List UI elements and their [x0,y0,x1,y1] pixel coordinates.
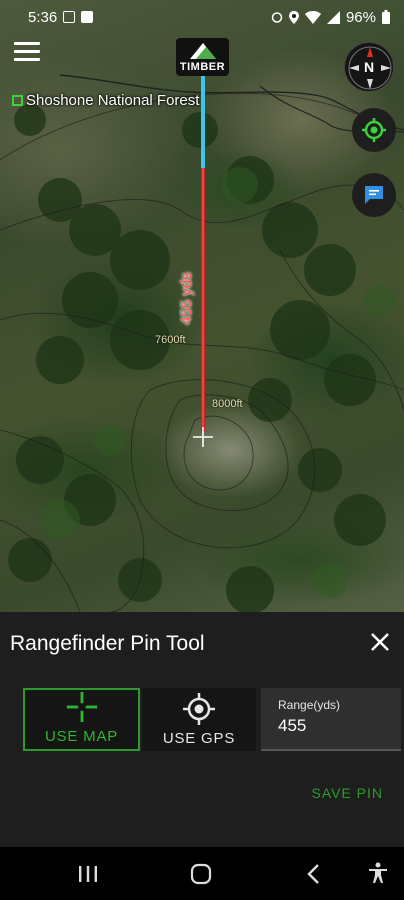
tree-logo-icon [189,43,216,59]
elevation-label: 7600ft [155,334,186,346]
recents-icon[interactable] [78,865,98,883]
range-input[interactable]: Range(yds) 455 [261,688,401,751]
navigation-bar [0,847,404,900]
accessibility-icon[interactable] [366,861,390,885]
locate-button[interactable] [352,108,396,152]
notification-icon [63,11,76,23]
menu-icon[interactable] [14,42,40,64]
gps-target-icon [183,693,215,725]
save-pin-button[interactable]: SAVE PIN [311,785,383,801]
pin-target-icon [193,427,213,447]
compass-north-label: N [363,59,375,75]
message-icon [81,11,94,23]
chat-button[interactable] [352,173,396,217]
crosshair-icon [66,691,97,723]
use-map-button[interactable]: USE MAP [23,688,140,751]
forest-label[interactable]: Shoshone National Forest [12,92,199,109]
close-icon [371,633,389,651]
home-icon[interactable] [190,863,212,885]
panel-title: Rangefinder Pin Tool [10,632,205,655]
signal-icon [326,10,340,24]
location-icon [288,10,299,24]
forest-boundary-icon [12,95,23,106]
elevation-label: 8000ft [212,398,243,410]
status-left: 5:36 [28,8,94,26]
battery-percent: 96% [345,8,376,26]
map-view[interactable]: 455 yds 7600ft 8000ft TIMBER N Shoshone … [0,0,404,612]
use-gps-button[interactable]: USE GPS [142,688,256,751]
back-icon[interactable] [306,863,322,885]
alarm-icon [271,12,283,23]
range-distance-label: 455 yds [177,272,195,325]
battery-icon [382,10,390,24]
timber-logo: TIMBER [176,38,229,76]
status-time: 5:36 [28,8,58,26]
use-map-label: USE MAP [44,728,119,745]
compass-icon[interactable]: N [344,42,394,92]
wifi-icon [304,10,321,24]
status-right: 96% [271,9,390,26]
locate-icon [362,118,386,142]
close-button[interactable] [368,630,392,654]
range-field-value[interactable]: 455 [278,716,401,736]
chat-icon [365,186,383,204]
rangefinder-panel: Rangefinder Pin Tool USE MAP USE GPS Ran… [0,612,404,847]
use-gps-label: USE GPS [162,730,236,747]
status-bar: 5:36 96% [0,0,404,34]
range-field-label: Range(yds) [278,698,341,712]
